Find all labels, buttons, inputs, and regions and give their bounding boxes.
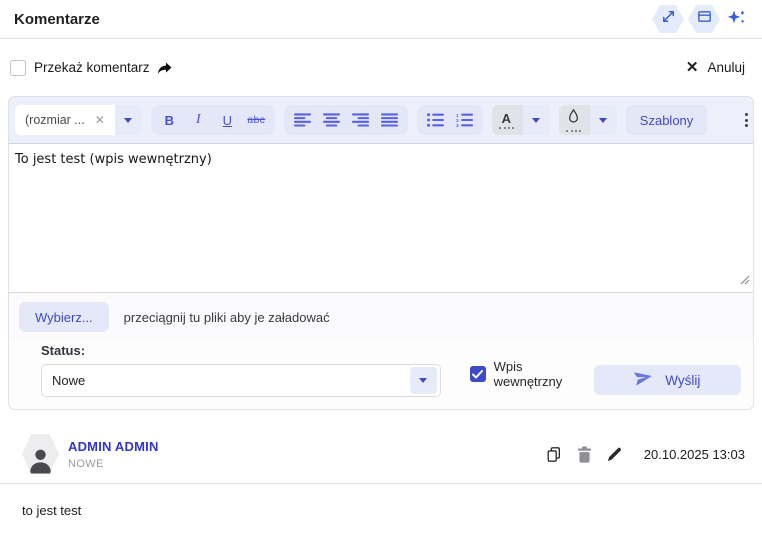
comment-header: ADMIN ADMIN NOWE 20.10.2025 13:03 [0, 434, 762, 474]
avatar [22, 434, 59, 474]
bullet-list-icon [427, 113, 444, 127]
templates-button[interactable]: Szablony [626, 105, 707, 135]
svg-text:2: 2 [456, 118, 459, 124]
bullet-list-button[interactable] [421, 106, 450, 134]
forward-comment-label: Przekaż komentarz [34, 60, 150, 75]
format-group: B I U abc [151, 105, 275, 135]
ai-sparkles-button[interactable] [724, 6, 750, 32]
internal-entry-checkbox[interactable] [470, 366, 486, 382]
page-title: Komentarze [14, 11, 100, 28]
expand-icon [660, 8, 677, 30]
comment-body: to jest test [0, 484, 762, 537]
choose-file-button[interactable]: Wybierz... [19, 302, 109, 332]
chevron-down-icon [419, 378, 427, 383]
comment-author[interactable]: ADMIN ADMIN [68, 439, 159, 454]
align-left-button[interactable] [288, 106, 317, 134]
comment-timestamp: 20.10.2025 13:03 [644, 447, 745, 462]
align-center-button[interactable] [317, 106, 346, 134]
forward-arrow-icon [156, 60, 173, 75]
trash-icon [577, 446, 592, 463]
highlight-dropdown-button[interactable] [590, 105, 617, 135]
chevron-down-icon [532, 118, 540, 123]
copy-button[interactable] [546, 446, 562, 463]
comment-textarea[interactable]: To jest test (wpis wewnętrzny) [9, 143, 753, 293]
more-options-button[interactable] [739, 107, 754, 133]
svg-text:3: 3 [456, 123, 459, 127]
panel-header: Komentarze [0, 0, 762, 39]
comments-panel: Komentarze [0, 0, 762, 545]
status-row: Status: Nowe Wpis wewnętrzny Wyślij [9, 341, 753, 409]
font-size-dropdown-button[interactable] [115, 105, 142, 135]
font-size-select[interactable]: (rozmiar ... ✕ [15, 105, 142, 135]
status-dropdown-button[interactable] [410, 367, 437, 394]
highlight-color-control [559, 105, 617, 135]
text-color-glyph: A [502, 112, 511, 125]
avatar-person-icon [28, 446, 53, 474]
chevron-down-icon [599, 118, 607, 123]
color-swatch-underline [566, 130, 581, 132]
font-size-value: (rozmiar ... [25, 113, 85, 127]
editor-toolbar: (rozmiar ... ✕ B I U abc [9, 97, 753, 143]
kebab-menu-icon [745, 113, 748, 116]
status-label: Status: [41, 343, 441, 358]
svg-text:1: 1 [456, 113, 459, 119]
color-swatch-underline [499, 127, 514, 129]
align-justify-icon [381, 113, 398, 127]
send-label: Wyślij [665, 373, 700, 388]
align-group [284, 105, 408, 135]
align-right-button[interactable] [346, 106, 375, 134]
cancel-label: Anuluj [707, 60, 745, 75]
edit-button[interactable] [607, 447, 622, 462]
align-left-icon [294, 113, 311, 127]
text-color-button[interactable]: A [492, 105, 521, 135]
file-upload-row: Wybierz... przeciągnij tu pliki aby je z… [9, 293, 753, 341]
align-right-icon [352, 113, 369, 127]
forward-row: Przekaż komentarz ✕ Anuluj [0, 39, 762, 96]
comment-editor-panel: (rozmiar ... ✕ B I U abc [8, 96, 754, 410]
upload-hint: przeciągnij tu pliki aby je załadować [124, 310, 330, 325]
status-field: Status: Nowe [41, 343, 441, 397]
close-icon: ✕ [686, 60, 699, 75]
highlight-color-button[interactable] [559, 105, 588, 135]
header-actions [652, 5, 750, 33]
comment-text: To jest test (wpis wewnętrzny) [15, 152, 212, 167]
send-plane-icon [634, 369, 653, 391]
text-color-control: A [492, 105, 550, 135]
expand-button[interactable] [652, 5, 684, 33]
sparkles-icon [727, 7, 747, 32]
italic-button[interactable]: I [184, 106, 213, 134]
text-color-dropdown-button[interactable] [523, 105, 550, 135]
numbered-list-icon: 123 [456, 113, 473, 127]
copy-icon [546, 446, 562, 463]
send-button[interactable]: Wyślij [594, 365, 741, 395]
align-justify-button[interactable] [375, 106, 404, 134]
cancel-button[interactable]: ✕ Anuluj [686, 60, 745, 75]
strikethrough-button[interactable]: abc [242, 106, 271, 134]
chevron-down-icon [124, 118, 132, 123]
clear-font-size-icon[interactable]: ✕ [95, 113, 105, 127]
align-center-icon [323, 113, 340, 127]
underline-button[interactable]: U [213, 106, 242, 134]
internal-entry-toggle[interactable]: Wpis wewnętrzny [470, 359, 594, 389]
bold-button[interactable]: B [155, 106, 184, 134]
internal-entry-label: Wpis wewnętrzny [494, 359, 594, 389]
comment-actions: 20.10.2025 13:03 [546, 446, 745, 463]
window-icon [696, 8, 713, 30]
numbered-list-button[interactable]: 123 [450, 106, 479, 134]
comment-status-badge: NOWE [68, 458, 159, 470]
comment-meta: ADMIN ADMIN NOWE [68, 439, 159, 470]
delete-button[interactable] [577, 446, 592, 463]
layout-button[interactable] [688, 5, 720, 33]
forward-comment-checkbox[interactable] [10, 60, 26, 76]
droplet-icon [567, 109, 580, 128]
status-select[interactable]: Nowe [41, 364, 441, 397]
resize-grip-icon[interactable] [740, 274, 750, 289]
list-group: 123 [417, 105, 483, 135]
pencil-icon [607, 447, 622, 462]
status-value: Nowe [42, 373, 85, 388]
